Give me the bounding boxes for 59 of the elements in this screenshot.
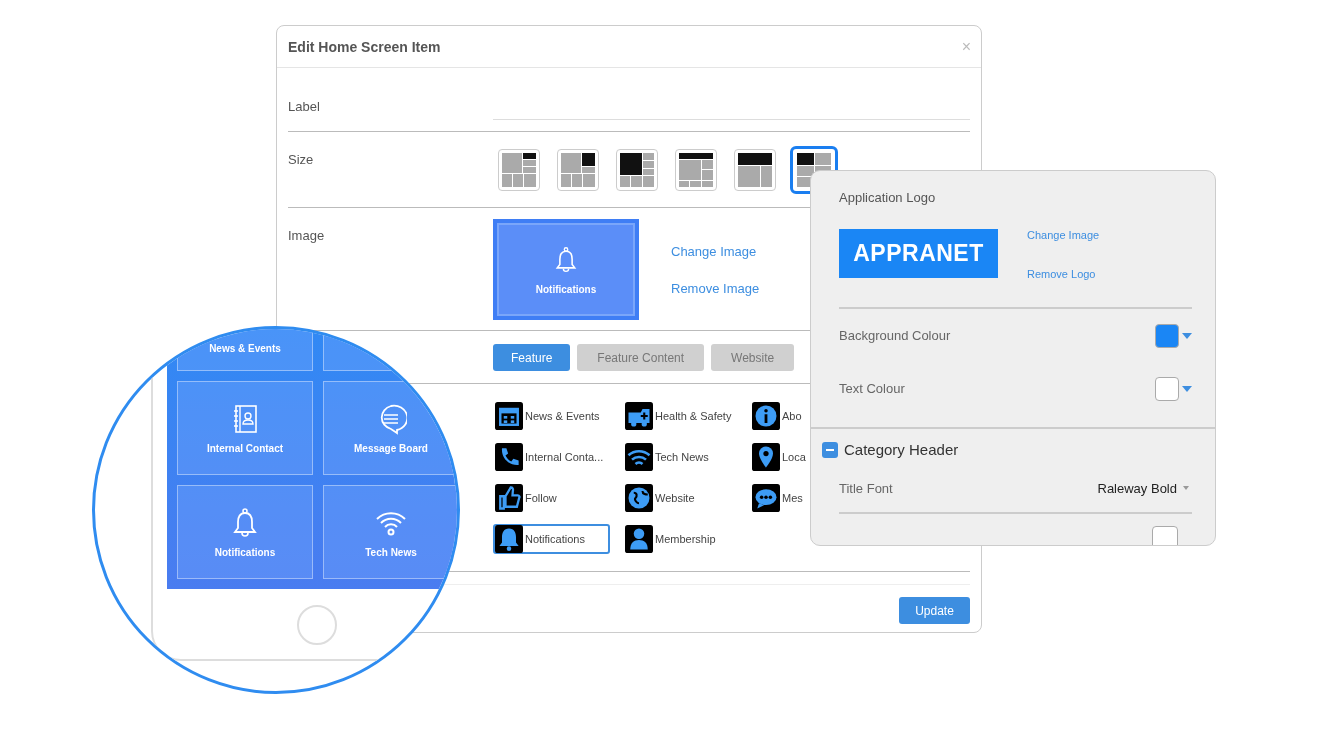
feature-icon bbox=[625, 525, 653, 553]
feature-item[interactable]: News & Events bbox=[493, 401, 604, 431]
feature-icon bbox=[625, 402, 653, 430]
app-tile[interactable]: Internal Contact bbox=[177, 381, 313, 475]
setting-label: Text Colour bbox=[839, 381, 905, 396]
feature-icon bbox=[495, 525, 523, 553]
dialog-title: Edit Home Screen Item bbox=[288, 38, 441, 55]
field-label: Label bbox=[288, 99, 321, 116]
feature-item[interactable]: Tech News bbox=[623, 442, 713, 472]
size-option[interactable] bbox=[498, 149, 540, 191]
feature-icon bbox=[752, 443, 780, 471]
feature-item[interactable]: Mes bbox=[750, 483, 807, 513]
feature-icon bbox=[752, 484, 780, 512]
image-link[interactable]: Remove Image bbox=[671, 281, 760, 296]
size-option[interactable] bbox=[675, 149, 717, 191]
caret-icon bbox=[1182, 332, 1192, 339]
collapse-toggle[interactable] bbox=[822, 441, 838, 458]
feature-item[interactable]: Follow bbox=[493, 483, 561, 513]
logo: APPRANET bbox=[839, 229, 998, 278]
size-option[interactable] bbox=[557, 149, 599, 191]
tab[interactable]: Feature Content bbox=[577, 344, 705, 371]
tab[interactable]: Website bbox=[711, 344, 795, 371]
size-option[interactable] bbox=[734, 149, 776, 191]
colour-swatch bbox=[1152, 526, 1178, 545]
caret-icon bbox=[1183, 486, 1189, 490]
feature-item[interactable]: Health & Safety bbox=[623, 401, 736, 431]
feature-icon bbox=[495, 443, 523, 471]
app-tile[interactable]: Notifications bbox=[177, 485, 313, 579]
field-label: Size bbox=[288, 151, 315, 169]
colour-picker[interactable] bbox=[1155, 323, 1192, 348]
image-link[interactable]: Change Image bbox=[671, 244, 760, 259]
field-label: Image bbox=[288, 227, 326, 245]
setting-label: Background Colour bbox=[839, 328, 951, 343]
feature-item[interactable]: Abo bbox=[750, 401, 806, 431]
close-button[interactable]: × bbox=[961, 37, 971, 56]
update-button[interactable]: Update bbox=[899, 597, 970, 624]
app-tile[interactable]: News & Events bbox=[177, 329, 313, 371]
feature-icon bbox=[495, 484, 523, 512]
feature-item[interactable]: Notifications bbox=[493, 524, 610, 554]
size-option[interactable] bbox=[616, 149, 658, 191]
colour-picker[interactable] bbox=[1155, 376, 1192, 401]
feature-icon bbox=[625, 443, 653, 471]
feature-icon bbox=[752, 402, 780, 430]
app-tile[interactable]: Tech News bbox=[323, 485, 457, 579]
feature-icon bbox=[625, 484, 653, 512]
caret-icon bbox=[1182, 385, 1192, 392]
logo-link[interactable]: Remove Logo bbox=[1027, 268, 1100, 280]
feature-icon bbox=[495, 402, 523, 430]
preview-label: Notifications bbox=[535, 284, 597, 295]
feature-item[interactable]: Internal Conta... bbox=[493, 442, 608, 472]
section-title: Category Header bbox=[844, 441, 959, 458]
setting-label: Title Font bbox=[839, 480, 893, 496]
feature-item[interactable]: Website bbox=[623, 483, 699, 513]
font-dropdown[interactable]: Raleway Bold bbox=[1097, 480, 1192, 496]
logo-link[interactable]: Change Image bbox=[1027, 229, 1100, 241]
feature-item[interactable]: Loca bbox=[750, 442, 810, 472]
tab[interactable]: Feature bbox=[493, 344, 571, 371]
section-title: Application Logo bbox=[839, 190, 936, 205]
feature-item[interactable]: Membership bbox=[623, 524, 720, 554]
